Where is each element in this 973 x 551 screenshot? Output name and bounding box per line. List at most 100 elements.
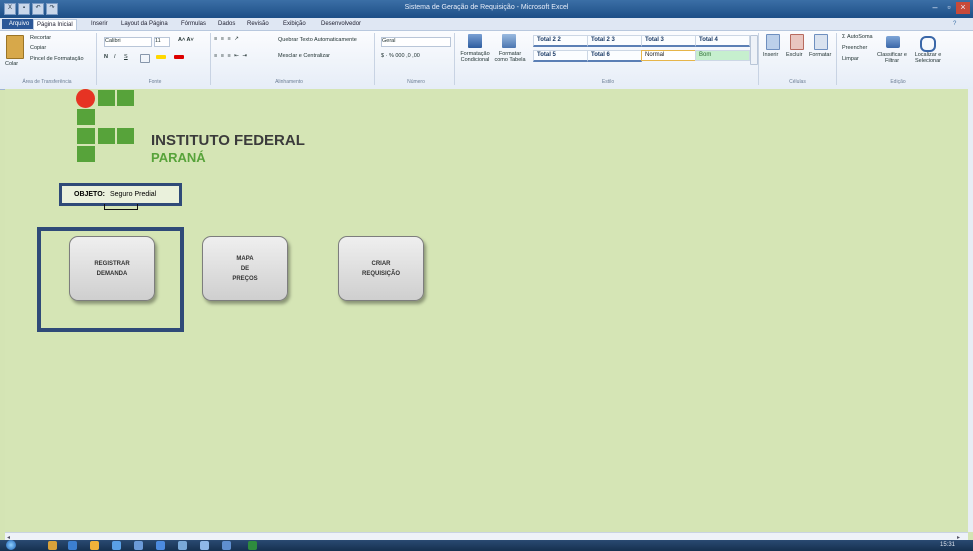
format-table-button[interactable]: Formatar como Tabela — [493, 51, 527, 63]
format-cells-icon[interactable] — [814, 34, 828, 50]
font-group-label: Fonte — [148, 79, 162, 85]
mapa-line1: MAPA — [236, 255, 254, 262]
style-total-4[interactable]: Total 4 — [695, 35, 750, 47]
clipboard-group-label: Área de Transferência — [22, 79, 72, 85]
align-icons-top[interactable]: ≡ ≡ ≡ ↗ — [214, 36, 240, 42]
tab-dados[interactable]: Dados — [215, 19, 238, 29]
cells-group-label: Células — [789, 79, 806, 85]
merge-center-button[interactable]: Mesclar e Centralizar — [278, 53, 330, 59]
font-size-select[interactable]: 11 — [154, 37, 170, 47]
ie-icon[interactable] — [68, 541, 77, 550]
insert-cells-icon[interactable] — [766, 34, 780, 50]
separator — [758, 33, 759, 85]
app-icon[interactable] — [156, 541, 165, 550]
style-total-6[interactable]: Total 6 — [587, 50, 642, 62]
number-format-icons[interactable]: $ · % 000 ,0 ,00 — [381, 53, 420, 59]
logo-block — [77, 109, 95, 125]
app-icon[interactable] — [178, 541, 187, 550]
delete-button[interactable]: Excluir — [786, 52, 803, 58]
start-icon[interactable] — [6, 540, 16, 550]
conditional-format-button[interactable]: Formatação Condicional — [456, 51, 494, 63]
alignment-group-label: Alinhamento — [275, 79, 303, 85]
insert-button[interactable]: Inserir — [763, 52, 778, 58]
registrar-line1: REGISTRAR — [94, 260, 130, 267]
registrar-demanda-button[interactable]: REGISTRAR DEMANDA — [69, 236, 155, 301]
font-name-select[interactable]: Calibri — [104, 37, 152, 47]
fill-button[interactable]: Preencher — [842, 45, 867, 51]
tab-formulas[interactable]: Fórmulas — [178, 19, 209, 29]
excel-taskbar-icon[interactable] — [248, 541, 257, 550]
logo-block — [77, 128, 95, 144]
style-total-2-3[interactable]: Total 2 3 — [587, 35, 642, 47]
align-icons-bottom[interactable]: ≡ ≡ ≡ ⇤ ⇥ — [214, 53, 248, 59]
styles-group-label: Estilo — [601, 79, 615, 85]
mapa-line2: DE — [240, 265, 250, 272]
logo-block — [98, 128, 115, 144]
logo — [72, 88, 134, 168]
editing-group-label: Edição — [890, 79, 906, 85]
logo-title: INSTITUTO FEDERAL — [151, 132, 305, 149]
mapa-de-precos-button[interactable]: MAPA DE PREÇOS — [202, 236, 288, 301]
autosum-button[interactable]: Σ AutoSoma — [842, 34, 873, 40]
explorer-icon[interactable] — [48, 541, 57, 550]
delete-cells-icon[interactable] — [790, 34, 804, 50]
app-icon[interactable] — [112, 541, 121, 550]
style-total-3[interactable]: Total 3 — [641, 35, 696, 47]
style-normal[interactable]: Normal — [641, 50, 696, 61]
sort-filter-icon[interactable] — [886, 36, 900, 48]
find-icon[interactable] — [920, 36, 936, 52]
underline-button[interactable]: S — [124, 54, 128, 60]
font-color-icon[interactable] — [174, 55, 184, 59]
restore-icon[interactable]: ▫ — [942, 2, 956, 14]
cut-button[interactable]: Recortar — [30, 35, 51, 41]
style-total-2-2[interactable]: Total 2 2 — [533, 35, 588, 47]
registrar-line2: DEMANDA — [96, 270, 128, 277]
copy-button[interactable]: Copiar — [30, 45, 46, 51]
criar-line1: CRIAR — [371, 260, 391, 267]
wrap-text-button[interactable]: Quebrar Texto Automaticamente — [278, 37, 357, 43]
styles-scroll-icon[interactable] — [750, 35, 758, 65]
window-title: Sistema de Geração de Requisição - Micro… — [404, 4, 569, 11]
bold-button[interactable]: N — [104, 54, 108, 60]
grow-font-icon[interactable]: A˄ A˅ — [178, 37, 194, 43]
separator — [210, 33, 211, 85]
help-icon[interactable]: ? — [950, 19, 959, 29]
paste-label[interactable]: Colar — [5, 61, 18, 67]
vertical-scrollbar[interactable] — [968, 89, 973, 532]
app-icon[interactable] — [222, 541, 231, 550]
paste-icon[interactable] — [6, 35, 24, 59]
style-total-5[interactable]: Total 5 — [533, 50, 588, 62]
format-painter-button[interactable]: Pincel de Formatação — [30, 56, 84, 62]
tab-exibicao[interactable]: Exibição — [280, 19, 309, 29]
objeto-box[interactable]: OBJETO: Seguro Predial — [59, 183, 182, 206]
mapa-line3: PREÇOS — [232, 275, 258, 282]
number-format-select[interactable]: Geral — [381, 37, 451, 47]
app-icon[interactable] — [134, 541, 143, 550]
format-table-icon[interactable] — [502, 34, 516, 48]
sort-filter-button[interactable]: Classificar e Filtrar — [876, 52, 908, 64]
clock[interactable]: 15:31 — [940, 542, 955, 548]
tab-desenvolvedor[interactable]: Desenvolvedor — [318, 19, 364, 29]
italic-button[interactable]: I — [114, 54, 116, 60]
close-icon[interactable]: × — [956, 2, 970, 14]
borders-icon[interactable] — [140, 54, 150, 63]
criar-line2: REQUISIÇÃO — [361, 270, 400, 277]
app-icon[interactable] — [200, 541, 209, 550]
style-bom[interactable]: Bom — [695, 50, 750, 61]
clear-button[interactable]: Limpar — [842, 56, 859, 62]
criar-requisicao-button[interactable]: CRIAR REQUISIÇÃO — [338, 236, 424, 301]
logo-red-dot — [76, 89, 95, 108]
tab-revisao[interactable]: Revisão — [244, 19, 272, 29]
conditional-format-icon[interactable] — [468, 34, 482, 48]
separator — [454, 33, 455, 85]
tab-arquivo[interactable]: Arquivo — [2, 19, 36, 29]
fill-color-icon[interactable] — [156, 55, 166, 59]
find-select-button[interactable]: Localizar e Selecionar — [910, 52, 946, 64]
tab-layout[interactable]: Layout da Página — [118, 19, 171, 29]
format-button[interactable]: Formatar — [809, 52, 831, 58]
app-icon[interactable] — [90, 541, 99, 550]
ribbon-tabs: Arquivo Página Inicial Inserir Layout da… — [0, 18, 973, 31]
tab-pagina-inicial[interactable]: Página Inicial — [33, 19, 77, 30]
tab-inserir[interactable]: Inserir — [88, 19, 111, 29]
minimize-icon[interactable]: – — [928, 2, 942, 14]
